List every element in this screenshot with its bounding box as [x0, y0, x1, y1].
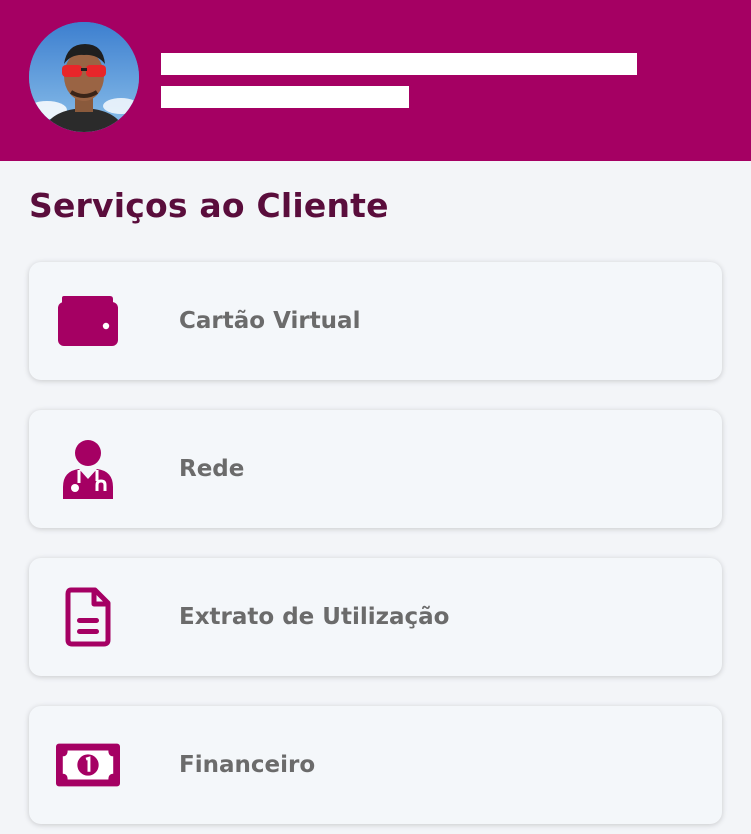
service-card-rede[interactable]: Rede	[29, 410, 722, 528]
service-card-financeiro[interactable]: Financeiro	[29, 706, 722, 824]
document-icon	[56, 587, 120, 647]
profile-header	[0, 0, 751, 161]
service-label: Extrato de Utilização	[179, 604, 450, 630]
redacted-id	[161, 86, 409, 108]
service-card-extrato[interactable]: Extrato de Utilização	[29, 558, 722, 676]
wallet-icon	[56, 291, 120, 351]
section-title: Serviços ao Cliente	[29, 186, 389, 225]
service-card-cartao-virtual[interactable]: Cartão Virtual	[29, 262, 722, 380]
user-photo	[29, 22, 139, 132]
banknote-icon	[56, 735, 120, 795]
service-label: Financeiro	[179, 752, 316, 778]
service-label: Cartão Virtual	[179, 308, 361, 334]
service-label: Rede	[179, 456, 245, 482]
avatar[interactable]	[29, 22, 139, 132]
doctor-icon	[56, 439, 120, 499]
redacted-name	[161, 53, 637, 75]
